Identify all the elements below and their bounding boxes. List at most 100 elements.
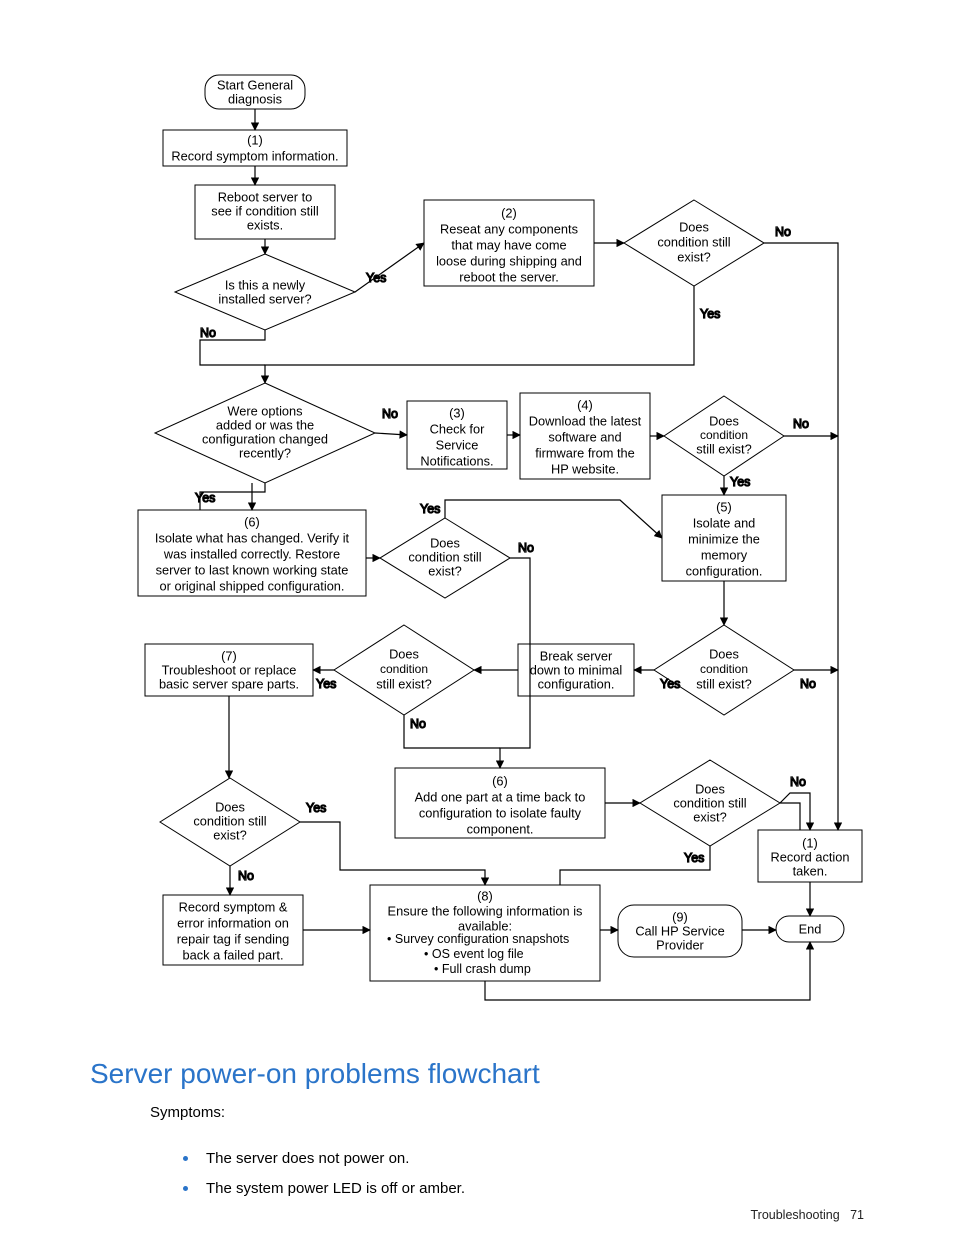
footer-section: Troubleshooting [750,1208,839,1222]
symptoms-list: The server does not power on. The system… [160,1147,465,1207]
node-dCond2: Does condition still exist? [624,200,764,286]
node-n4: (4) Download the latest software and fir… [520,393,650,479]
node-n5: (5) Isolate and minimize the memory conf… [662,495,786,581]
list-item: The server does not power on. [200,1147,465,1167]
svg-text:Yes: Yes [660,677,680,691]
svg-text:software and: software and [548,429,621,444]
svg-text:loose during shipping and: loose during shipping and [436,253,582,268]
svg-text:No: No [793,417,809,431]
flowchart: Start General diagnosis (1) Record sympt… [0,0,954,1040]
svg-text:Provider: Provider [656,937,704,952]
node-dCond7: Does condition still exist? [160,778,300,866]
svg-text:server to last known working s: server to last known working state [156,562,349,577]
node-n6iso: (6) Isolate what has changed. Verify it … [138,510,366,596]
svg-text:Record symptom &: Record symptom & [179,899,288,914]
node-dCond5: Does condition still exist? [654,625,794,715]
svg-text:Does: Does [679,219,709,234]
node-n6add: (6) Add one part at a time back to confi… [395,768,605,838]
node-n7: (7) Troubleshoot or replace basic server… [145,644,313,696]
svg-text:installed server?: installed server? [218,291,311,306]
svg-text:End: End [799,921,822,936]
svg-text:Reseat any components: Reseat any components [440,221,578,236]
node-n1rec: (1) Record action taken. [758,830,862,882]
svg-text:No: No [410,717,426,731]
node-end: End [776,916,844,942]
svg-text:Break server: Break server [540,648,613,663]
svg-text:configuration changed: configuration changed [202,431,328,446]
svg-text:still exist?: still exist? [696,676,751,691]
svg-text:No: No [518,541,534,555]
svg-text:Add one part at a time back to: Add one part at a time back to [415,789,586,804]
svg-text:diagnosis: diagnosis [228,91,282,106]
svg-text:Isolate what has changed. Veri: Isolate what has changed. Verify it [155,530,350,545]
svg-text:minimize the: minimize the [688,531,760,546]
svg-text:• Survey configuration snapsho: • Survey configuration snapshots [387,932,569,946]
svg-text:configuration.: configuration. [538,676,615,691]
node-n8: (8) Ensure the following information is … [370,885,600,981]
svg-text:Does: Does [389,646,419,661]
svg-text:HP website.: HP website. [551,461,619,476]
svg-text:Is this a newly: Is this a newly [225,277,306,292]
svg-text:(7): (7) [221,648,237,663]
svg-text:back a failed part.: back a failed part. [182,947,283,962]
svg-text:condition: condition [700,428,748,442]
svg-text:Does: Does [430,535,460,550]
svg-text:basic server spare parts.: basic server spare parts. [159,676,299,691]
svg-text:• OS event log file: • OS event log file [424,947,524,961]
svg-text:Record action: Record action [771,849,850,864]
svg-text:Does: Does [709,646,739,661]
page-footer: Troubleshooting 71 [750,1208,864,1222]
node-dCond4: Does condition still exist? [664,396,784,476]
node-dCond6: Does condition still exist? [380,518,510,598]
svg-text:No: No [200,326,216,340]
svg-text:(1): (1) [247,132,263,147]
svg-text:exist?: exist? [213,827,246,842]
svg-text:that may have come: that may have come [451,237,566,252]
svg-text:condition still: condition still [657,234,730,249]
svg-text:Record symptom information.: Record symptom information. [171,148,338,163]
svg-text:added or was the: added or was the [216,417,314,432]
svg-text:Isolate and: Isolate and [693,515,756,530]
svg-text:reboot the server.: reboot the server. [459,269,559,284]
node-dCondBreak: Does condition still exist? [334,625,474,715]
svg-text:Call HP Service: Call HP Service [635,923,724,938]
svg-text:Yes: Yes [700,307,720,321]
svg-text:(4): (4) [577,397,593,412]
svg-text:taken.: taken. [793,863,828,878]
svg-text:Ensure the following informati: Ensure the following information is [388,903,583,918]
svg-text:condition: condition [700,662,748,676]
node-dOpts: Were options added or was the configurat… [155,383,375,483]
node-n1: (1) Record symptom information. [163,130,347,166]
node-start: Start General diagnosis [205,75,305,109]
svg-text:see if condition still: see if condition still [211,203,318,218]
svg-text:Yes: Yes [730,475,750,489]
svg-text:condition still: condition still [673,795,746,810]
node-n3: (3) Check for Service Notifications. [407,401,507,469]
svg-text:Yes: Yes [684,851,704,865]
svg-text:Start General: Start General [217,77,293,92]
svg-text:memory: memory [701,547,748,562]
svg-text:Service: Service [436,437,479,452]
svg-text:Check for: Check for [430,421,486,436]
svg-text:(6): (6) [492,773,508,788]
svg-text:was installed correctly. Rest: was installed correctly. Restore [163,546,340,561]
svg-text:still exist?: still exist? [696,441,751,456]
svg-text:firmware from the: firmware from the [535,445,635,460]
symptoms-label: Symptoms: [150,1104,225,1121]
svg-text:Were options: Were options [227,403,302,418]
svg-text:still exist?: still exist? [376,676,431,691]
svg-text:configuration to isolate fault: configuration to isolate faulty [419,805,582,820]
svg-text:(3): (3) [449,405,465,420]
svg-text:(9): (9) [672,909,688,924]
svg-text:or original shipped configurat: or original shipped configuration. [160,578,345,593]
svg-text:(2): (2) [501,205,517,220]
svg-text:exists.: exists. [247,217,283,232]
svg-text:Download the latest: Download the latest [529,413,642,428]
node-n2: (2) Reseat any components that may have … [424,200,594,286]
node-break: Break server down to minimal configurati… [518,644,634,696]
list-item: The system power LED is off or amber. [200,1177,465,1197]
svg-text:No: No [790,775,806,789]
document-page: Start General diagnosis (1) Record sympt… [0,0,954,1235]
node-n9: (9) Call HP Service Provider [618,905,742,957]
svg-text:configuration.: configuration. [686,563,763,578]
